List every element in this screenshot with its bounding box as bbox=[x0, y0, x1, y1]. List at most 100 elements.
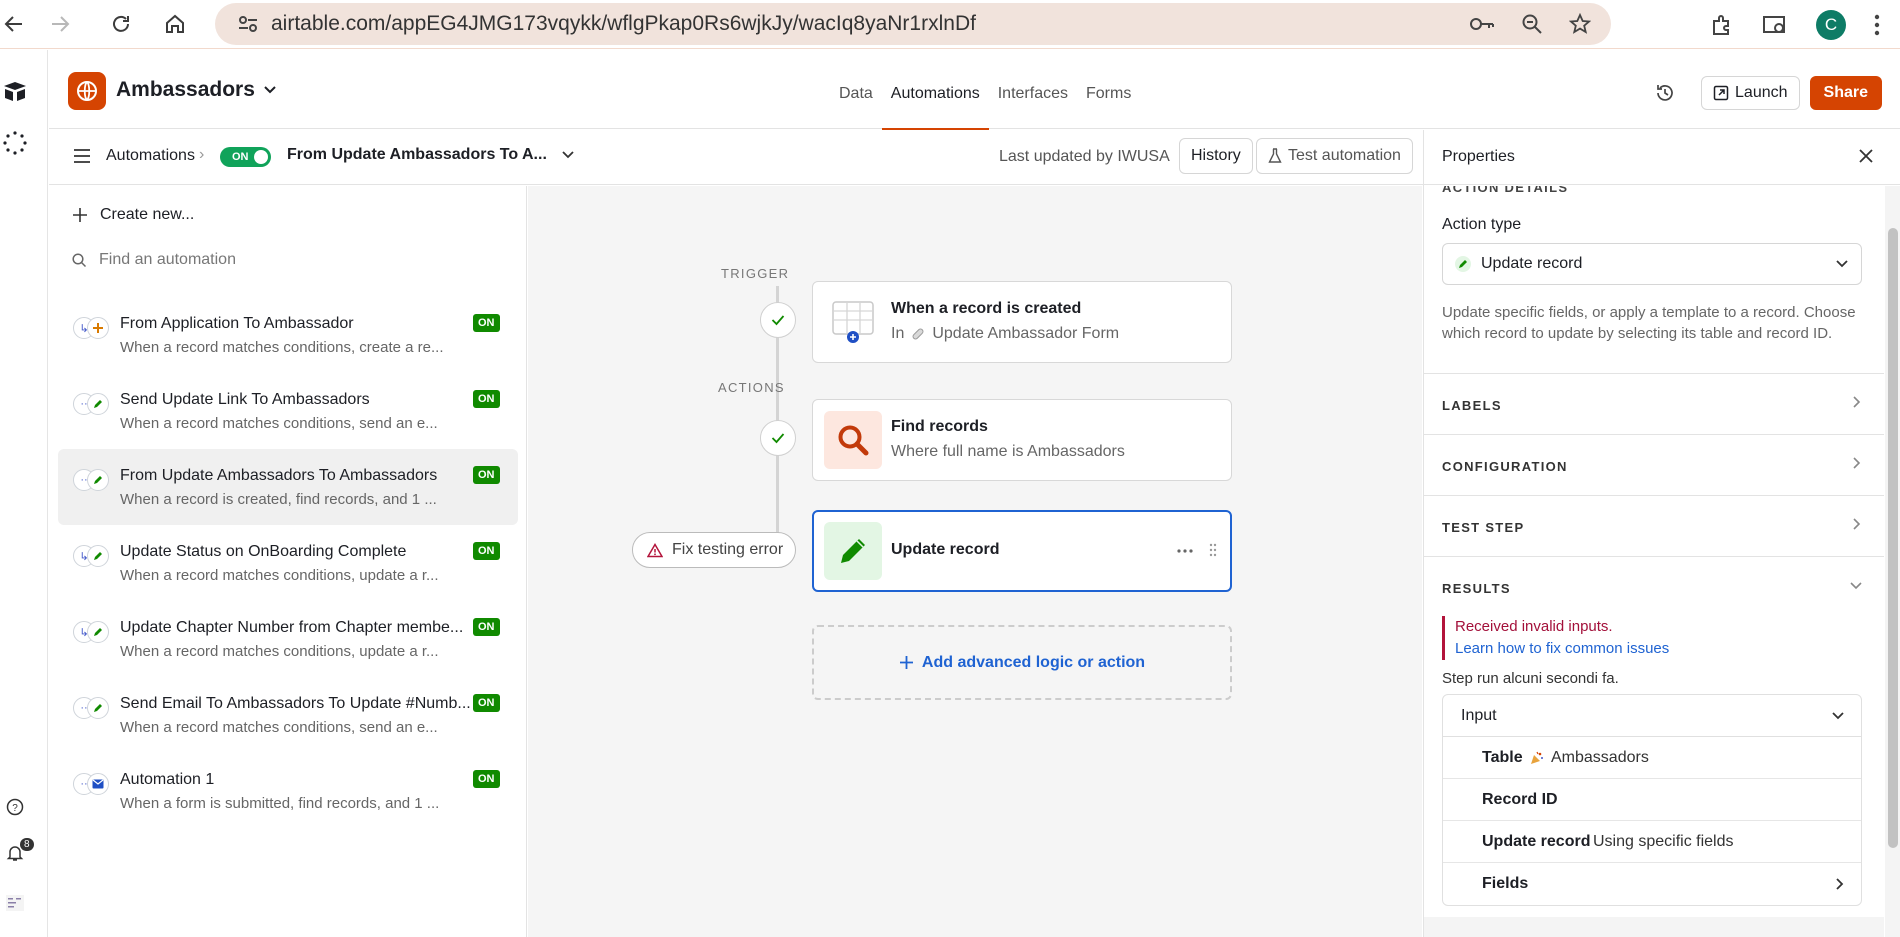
tab-data[interactable]: Data bbox=[830, 50, 882, 129]
find-records-card[interactable]: Find records Where full name is Ambassad… bbox=[812, 399, 1232, 481]
automation-list-item[interactable]: ↳ Update Status on OnBoarding Complete W… bbox=[58, 525, 518, 601]
breadcrumb-automations[interactable]: Automations bbox=[106, 147, 195, 165]
profile-avatar[interactable]: C bbox=[1816, 9, 1846, 40]
action-type-value: Update record bbox=[1481, 255, 1583, 272]
test-automation-button[interactable]: Test automation bbox=[1256, 138, 1413, 174]
bookmark-star-icon[interactable] bbox=[1569, 13, 1591, 35]
loading-spinner-icon bbox=[0, 128, 30, 158]
password-key-icon[interactable] bbox=[1469, 14, 1495, 34]
accordion-test-step[interactable]: TEST STEP bbox=[1424, 495, 1884, 556]
trigger-card[interactable]: When a record is created In Update Ambas… bbox=[812, 281, 1232, 363]
automation-description: When a record matches conditions, send a… bbox=[120, 719, 438, 736]
more-options-icon[interactable] bbox=[1177, 548, 1193, 554]
pencil-icon bbox=[87, 469, 109, 491]
add-logic-button[interactable]: Add advanced logic or action bbox=[812, 625, 1232, 700]
update-record-card[interactable]: Update record bbox=[812, 510, 1232, 592]
tab-automations[interactable]: Automations bbox=[881, 50, 989, 130]
browser-menu-icon[interactable] bbox=[1874, 14, 1880, 36]
zoom-icon[interactable] bbox=[1521, 13, 1543, 35]
automation-list-item[interactable]: ·· Send Update Link To Ambassadors When … bbox=[58, 373, 518, 449]
search-icon bbox=[824, 411, 882, 469]
close-icon[interactable] bbox=[1854, 144, 1878, 168]
base-history-icon[interactable] bbox=[1655, 83, 1675, 103]
base-globe-icon[interactable] bbox=[68, 72, 106, 110]
main-tabs: Data Automations Interfaces Forms bbox=[830, 50, 1140, 130]
help-link[interactable]: Learn how to fix common issues bbox=[1455, 638, 1669, 660]
accordion-configuration[interactable]: CONFIGURATION bbox=[1424, 434, 1884, 495]
tab-search-icon[interactable] bbox=[1762, 13, 1788, 37]
help-icon[interactable]: ? bbox=[0, 792, 30, 822]
chevron-right-icon bbox=[1853, 396, 1861, 408]
properties-horizontal-scrollbar[interactable] bbox=[1424, 917, 1884, 937]
pencil-icon bbox=[1455, 256, 1471, 272]
automation-list-item[interactable]: ·· Send Email To Ambassadors To Update #… bbox=[58, 677, 518, 753]
tab-forms[interactable]: Forms bbox=[1077, 50, 1140, 129]
launch-icon bbox=[1713, 85, 1729, 101]
share-button[interactable]: Share bbox=[1809, 76, 1882, 110]
automation-list-item[interactable]: ↳ From Application To Ambassador When a … bbox=[58, 297, 518, 373]
update-record-title: Update record bbox=[891, 541, 1000, 558]
automation-title: Send Email To Ambassadors To Update #Num… bbox=[120, 695, 471, 712]
input-header[interactable]: Input bbox=[1443, 695, 1861, 737]
properties-scrollbar[interactable] bbox=[1885, 186, 1900, 937]
accordion-results[interactable]: RESULTS bbox=[1424, 556, 1884, 617]
automation-list-item-selected[interactable]: ·· From Update Ambassadors To Ambassador… bbox=[58, 449, 518, 525]
automation-description: When a record matches conditions, create… bbox=[120, 339, 444, 356]
automation-name: From Update Ambassadors To A... bbox=[287, 146, 547, 163]
warning-icon bbox=[647, 542, 663, 557]
extensions-icon[interactable] bbox=[1710, 13, 1734, 37]
account-avatar[interactable] bbox=[0, 888, 30, 918]
last-updated-text: Last updated by IWUSA bbox=[999, 148, 1170, 165]
chevron-right-icon bbox=[1853, 457, 1861, 469]
launch-button[interactable]: Launch bbox=[1701, 76, 1800, 110]
scrollbar-thumb[interactable] bbox=[1888, 228, 1898, 848]
automation-on-toggle[interactable]: ON bbox=[220, 147, 271, 167]
pencil-icon bbox=[87, 697, 109, 719]
notifications-bell-icon[interactable]: 8 bbox=[0, 838, 34, 868]
status-badge: ON bbox=[473, 694, 500, 712]
status-badge: ON bbox=[473, 466, 500, 484]
input-row-fields[interactable]: Fields bbox=[1443, 863, 1861, 905]
search-icon bbox=[72, 252, 87, 267]
toggle-knob bbox=[254, 150, 268, 164]
airtable-home-icon[interactable] bbox=[0, 76, 30, 106]
action-details-label: ACTION DETAILS bbox=[1442, 186, 1569, 195]
properties-header: Properties bbox=[1424, 130, 1900, 185]
menu-icon[interactable] bbox=[73, 148, 91, 164]
create-new-button[interactable]: Create new... bbox=[72, 206, 194, 224]
address-bar[interactable]: airtable.com/appEG4JMG173vqykk/wflgPkap0… bbox=[215, 3, 1611, 45]
automation-icons: ↳ bbox=[73, 545, 111, 567]
find-automation-input[interactable]: Find an automation bbox=[72, 251, 236, 269]
properties-panel: Properties ACTION DETAILS Action type Up… bbox=[1423, 130, 1900, 937]
accordion-labels[interactable]: LABELS bbox=[1424, 373, 1884, 434]
automation-name-menu[interactable]: From Update Ambassadors To A... bbox=[287, 146, 575, 164]
automation-title: From Application To Ambassador bbox=[120, 315, 354, 332]
site-settings-icon[interactable] bbox=[235, 11, 261, 37]
fix-testing-error-button[interactable]: Fix testing error bbox=[632, 532, 797, 568]
notification-count-badge: 8 bbox=[20, 838, 34, 851]
automation-description: When a record matches conditions, update… bbox=[120, 567, 439, 584]
home-icon[interactable] bbox=[155, 4, 195, 44]
trigger-section-label: TRIGGER bbox=[721, 266, 790, 281]
base-name-menu[interactable]: Ambassadors bbox=[116, 78, 277, 102]
workflow-canvas: TRIGGER When a record is created In Upda… bbox=[528, 186, 1422, 937]
back-icon[interactable] bbox=[0, 4, 34, 44]
properties-title: Properties bbox=[1442, 148, 1515, 165]
plus-icon bbox=[73, 208, 87, 222]
automation-icons: ·· bbox=[73, 393, 111, 415]
tab-interfaces[interactable]: Interfaces bbox=[989, 50, 1077, 129]
history-button[interactable]: History bbox=[1179, 138, 1253, 174]
automation-icons: ·· bbox=[73, 697, 111, 719]
fix-testing-error-label: Fix testing error bbox=[672, 541, 784, 558]
forward-icon[interactable] bbox=[40, 4, 80, 44]
input-key: Record ID bbox=[1482, 791, 1558, 808]
drag-handle-icon[interactable] bbox=[1209, 543, 1217, 557]
input-key: Update record bbox=[1482, 833, 1591, 850]
automation-list-item[interactable]: ↳ Update Chapter Number from Chapter mem… bbox=[58, 601, 518, 677]
action-type-select[interactable]: Update record bbox=[1442, 243, 1862, 285]
status-badge: ON bbox=[473, 542, 500, 560]
reload-icon[interactable] bbox=[101, 4, 141, 44]
automation-list-item[interactable]: ·· Automation 1 When a form is submitted… bbox=[58, 753, 518, 829]
results-section-label: RESULTS bbox=[1442, 581, 1511, 596]
automation-description: When a record matches conditions, send a… bbox=[120, 415, 438, 432]
